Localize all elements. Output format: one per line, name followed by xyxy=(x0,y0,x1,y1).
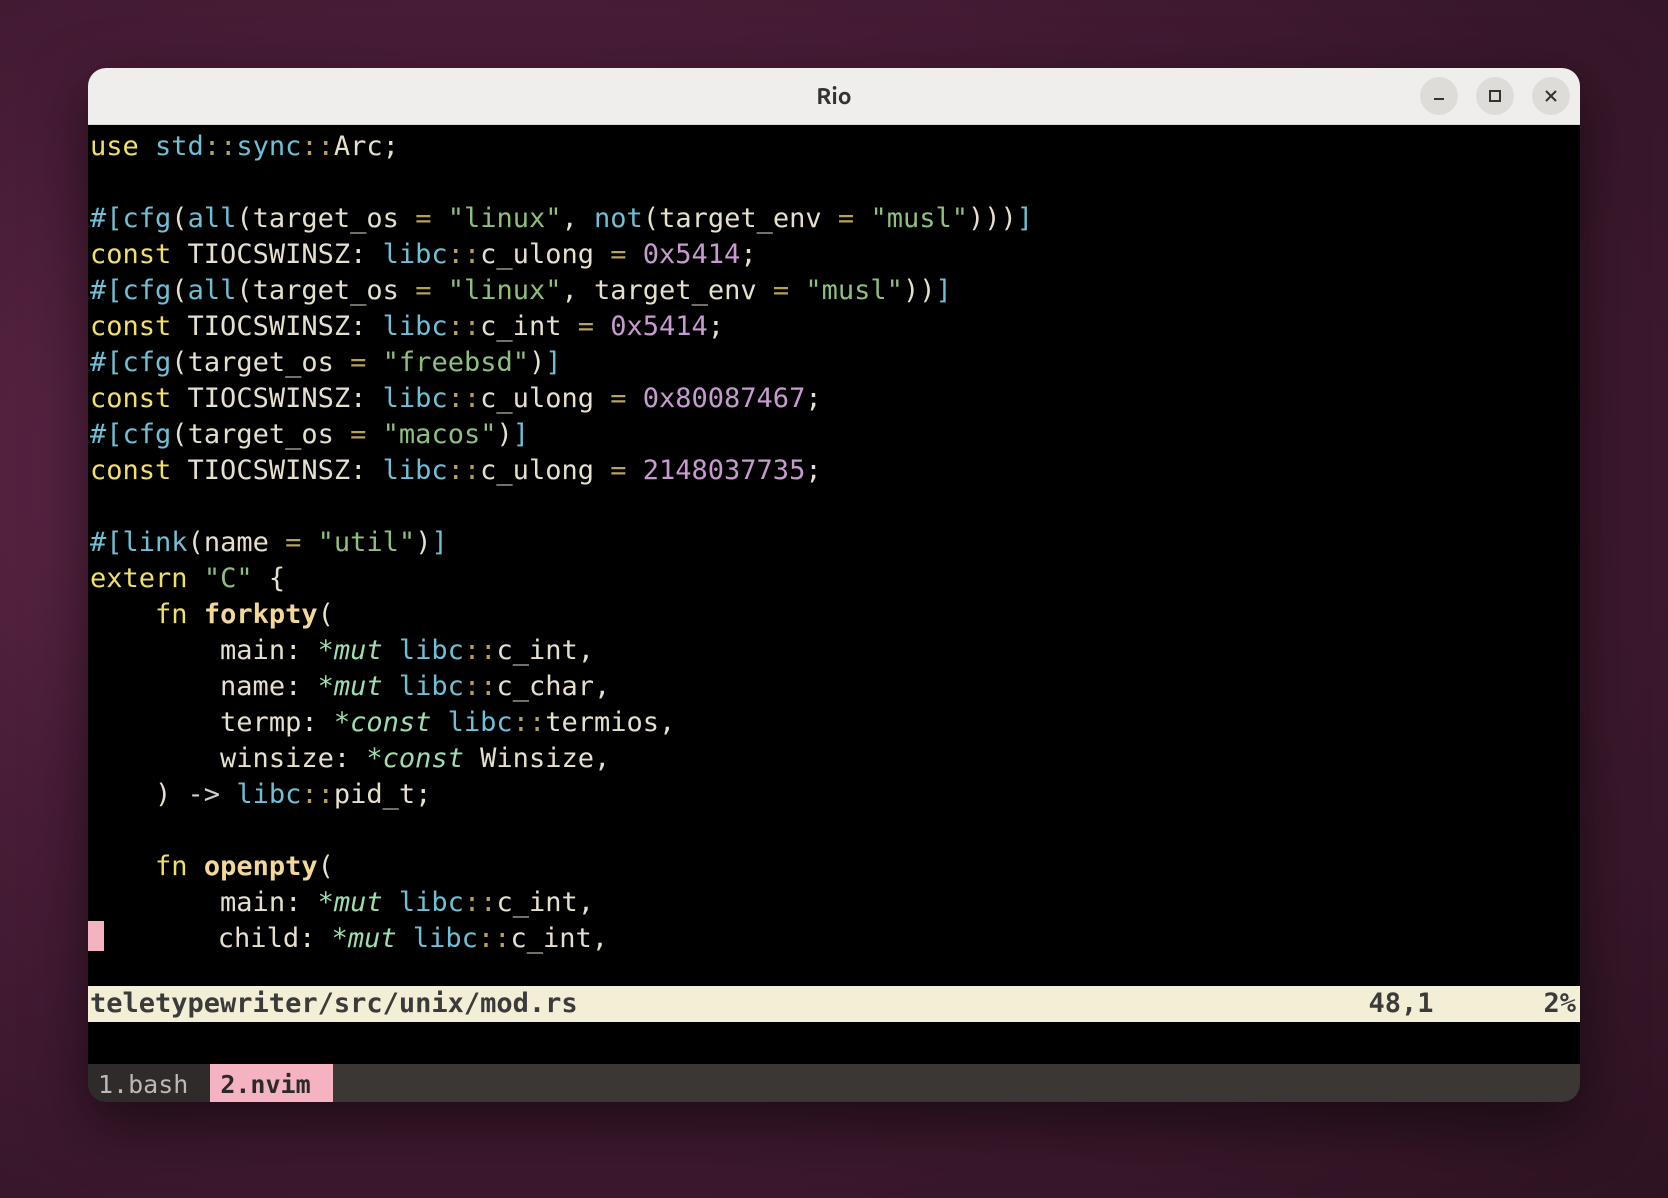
code-line: ) -> libc::pid_t; xyxy=(88,777,1580,813)
minimize-button[interactable] xyxy=(1420,77,1458,115)
minimize-icon xyxy=(1431,88,1447,104)
code-line xyxy=(88,165,1580,201)
window-title: Rio xyxy=(816,84,851,109)
terminal-tabbar: 1.bash 2.nvim xyxy=(88,1064,1580,1102)
code-line: main: *mut libc::c_int, xyxy=(88,633,1580,669)
maximize-icon xyxy=(1488,89,1502,103)
code-line: #[link(name = "util")] xyxy=(88,525,1580,561)
code-line: const TIOCSWINSZ: libc::c_ulong = 214803… xyxy=(88,453,1580,489)
code-line: #[cfg(all(target_os = "linux", target_en… xyxy=(88,273,1580,309)
tab-bash[interactable]: 1.bash xyxy=(88,1064,210,1102)
editor-cursor xyxy=(88,921,104,951)
titlebar[interactable]: Rio xyxy=(88,68,1580,125)
code-line: const TIOCSWINSZ: libc::c_ulong = 0x5414… xyxy=(88,237,1580,273)
editor-content[interactable]: use std::sync::Arc; #[cfg(all(target_os … xyxy=(88,129,1580,986)
close-button[interactable] xyxy=(1532,77,1570,115)
code-line: use std::sync::Arc; xyxy=(88,129,1580,165)
window-controls xyxy=(1420,77,1570,115)
status-filename: teletypewriter/src/unix/mod.rs xyxy=(90,986,578,1022)
code-line xyxy=(88,489,1580,525)
code-line: child: *mut libc::c_int, xyxy=(88,921,1580,957)
code-line: winsize: *const Winsize, xyxy=(88,741,1580,777)
status-cursor-pos: 48,1 xyxy=(1368,986,1433,1022)
status-percent: 2% xyxy=(1543,986,1576,1022)
code-line: #[cfg(target_os = "freebsd")] xyxy=(88,345,1580,381)
terminal-empty-strip xyxy=(88,1022,1580,1064)
code-line: const TIOCSWINSZ: libc::c_int = 0x5414; xyxy=(88,309,1580,345)
tab-nvim[interactable]: 2.nvim xyxy=(210,1064,332,1102)
app-window: Rio use std::sync::Arc; #[cfg(all(target… xyxy=(88,68,1580,1102)
code-line: #[cfg(target_os = "macos")] xyxy=(88,417,1580,453)
code-line: const TIOCSWINSZ: libc::c_ulong = 0x8008… xyxy=(88,381,1580,417)
code-line: main: *mut libc::c_int, xyxy=(88,885,1580,921)
close-icon xyxy=(1544,89,1558,103)
code-line: name: *mut libc::c_char, xyxy=(88,669,1580,705)
code-line: termp: *const libc::termios, xyxy=(88,705,1580,741)
code-line xyxy=(88,813,1580,849)
code-line: fn forkpty( xyxy=(88,597,1580,633)
vim-statusbar: teletypewriter/src/unix/mod.rs 48,1 2% xyxy=(88,986,1580,1022)
maximize-button[interactable] xyxy=(1476,77,1514,115)
code-line: extern "C" { xyxy=(88,561,1580,597)
code-line: fn openpty( xyxy=(88,849,1580,885)
terminal-area[interactable]: use std::sync::Arc; #[cfg(all(target_os … xyxy=(88,125,1580,1102)
code-line: #[cfg(all(target_os = "linux", not(targe… xyxy=(88,201,1580,237)
